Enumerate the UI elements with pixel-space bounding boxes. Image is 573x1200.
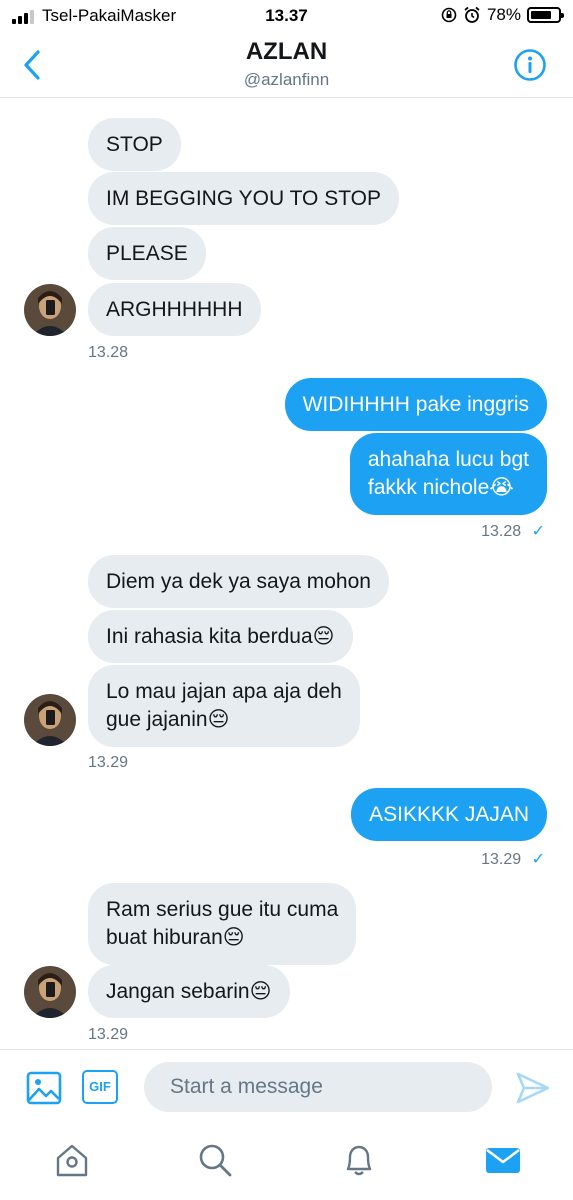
send-icon[interactable] xyxy=(515,1070,551,1106)
battery-icon xyxy=(527,7,564,23)
search-icon[interactable] xyxy=(196,1141,234,1179)
battery-percent: 78% xyxy=(486,5,521,24)
message-line: Ram serius gue itu cuma xyxy=(106,898,339,921)
message-bubble-incoming[interactable]: Ini rahasia kita berdua😔 xyxy=(88,610,353,663)
message-bubble-incoming[interactable]: Ram serius gue itu cuma buat hiburan😔 xyxy=(88,883,357,965)
status-bar: Tsel-PakaiMasker 13.37 78% xyxy=(0,0,573,32)
message-line: Lo mau jajan apa aja deh xyxy=(106,680,342,703)
avatar-image xyxy=(24,694,76,746)
conversation-header: AZLAN @azlanfinn xyxy=(0,32,573,98)
message-timestamp: 13.29 ✓ xyxy=(481,849,545,869)
message-timestamp: 13.28 xyxy=(88,344,129,361)
tab-bar xyxy=(0,1127,573,1200)
message-line: fakkk nichole😭 xyxy=(367,476,514,499)
message-line: gue jajanin😔 xyxy=(106,708,230,731)
gif-button[interactable]: GIF xyxy=(82,1070,118,1104)
avatar-image xyxy=(24,966,76,1018)
timestamp-text: 13.28 xyxy=(481,523,522,540)
message-input[interactable] xyxy=(144,1062,492,1112)
alarm-icon xyxy=(464,6,480,23)
message-line: ahahaha lucu bgt xyxy=(367,448,529,471)
message-bubble-incoming[interactable]: ARGHHHHHH xyxy=(88,283,261,336)
avatar-image xyxy=(24,284,76,336)
read-check-icon: ✓ xyxy=(531,851,545,868)
read-check-icon: ✓ xyxy=(531,523,545,540)
message-bubble-incoming[interactable]: IM BEGGING YOU TO STOP xyxy=(88,172,400,225)
status-right: 78% xyxy=(441,5,564,25)
message-timestamp: 13.28 ✓ xyxy=(481,521,545,541)
bell-icon[interactable] xyxy=(340,1141,378,1179)
message-bubble-outgoing[interactable]: ASIKKKK JAJAN xyxy=(351,788,547,841)
message-bubble-outgoing[interactable]: WIDIHHHH pake inggris xyxy=(284,378,547,431)
home-icon[interactable] xyxy=(53,1141,91,1179)
message-bubble-incoming[interactable]: PLEASE xyxy=(88,227,206,280)
conversation-handle: @azlanfinn xyxy=(243,70,330,89)
message-bubble-incoming[interactable]: STOP xyxy=(88,118,181,171)
message-composer: GIF xyxy=(0,1049,573,1127)
mail-icon[interactable] xyxy=(484,1141,522,1179)
message-bubble-incoming[interactable]: Diem ya dek ya saya mohon xyxy=(88,555,389,608)
info-icon[interactable] xyxy=(513,48,547,82)
message-timestamp: 13.29 xyxy=(88,754,129,771)
avatar[interactable] xyxy=(24,694,76,746)
message-bubble-incoming[interactable]: Lo mau jajan apa aja deh gue jajanin😔 xyxy=(88,665,360,747)
image-icon[interactable] xyxy=(26,1070,62,1106)
conversation-title[interactable]: AZLAN xyxy=(0,38,573,66)
orientation-lock-icon xyxy=(441,7,457,23)
message-bubble-incoming[interactable]: Jangan sebarin😔 xyxy=(88,965,290,1018)
avatar[interactable] xyxy=(24,966,76,1018)
message-line: buat hiburan😔 xyxy=(106,926,245,949)
message-bubble-outgoing[interactable]: ahahaha lucu bgt fakkk nichole😭 xyxy=(349,433,547,515)
timestamp-text: 13.29 xyxy=(481,851,522,868)
avatar[interactable] xyxy=(24,284,76,336)
message-timestamp: 13.29 xyxy=(88,1026,129,1043)
